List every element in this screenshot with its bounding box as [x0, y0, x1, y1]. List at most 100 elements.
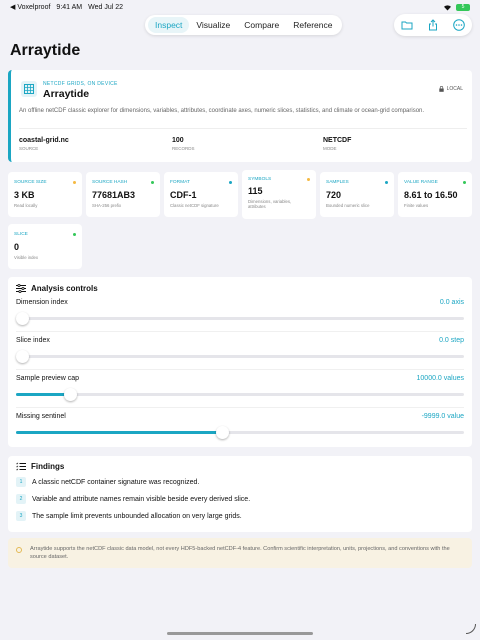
- finding-item: 3 The sample limit prevents unbounded al…: [16, 511, 242, 521]
- stat-value-range: VALUE RANGE 8.61 to 16.50 Finite values: [398, 172, 472, 217]
- notice-text: Arraytide supports the netCDF classic da…: [30, 546, 450, 560]
- stat-source-size: SOURCE SIZE 3 KB Read locally: [8, 172, 82, 217]
- stat-caption: Classic netCDF signature: [170, 203, 219, 208]
- stat-label: SAMPLES: [326, 180, 349, 185]
- divider: [16, 331, 464, 332]
- stat-value: 3 KB: [14, 190, 35, 200]
- hero-title: Arraytide: [43, 88, 90, 100]
- clock: 9:41 AM: [56, 3, 83, 11]
- home-indicator[interactable]: [167, 632, 313, 635]
- stat-symbols: SYMBOLS 115 Dimensions, variables, attri…: [242, 170, 316, 219]
- list-icon: [16, 462, 26, 471]
- findings-title: Findings: [31, 462, 65, 471]
- open-folder-button[interactable]: [400, 18, 414, 32]
- meta-label: SOURCE: [19, 146, 39, 151]
- divider: [16, 369, 464, 370]
- findings-header: Findings: [16, 462, 64, 471]
- compatibility-notice: Arraytide supports the netCDF classic da…: [8, 538, 472, 568]
- finding-number: 3: [16, 511, 26, 521]
- stat-caption: Dimensions, variables, attributes: [248, 199, 292, 209]
- stat-format: FORMAT CDF-1 Classic netCDF signature: [164, 172, 238, 217]
- share-button[interactable]: [426, 18, 440, 32]
- page-title: Arraytide: [10, 42, 81, 59]
- tab-inspect[interactable]: Inspect: [148, 17, 190, 33]
- finding-text: A classic netCDF container signature was…: [32, 478, 200, 486]
- sample-preview-cap-slider[interactable]: [16, 388, 464, 401]
- local-badge-label: LOCAL: [446, 86, 463, 92]
- slider-fill: [16, 431, 223, 434]
- controls-header: Analysis controls: [16, 284, 98, 293]
- stat-source-hash: SOURCE HASH 77681AB3 SHA-256 prefix: [86, 172, 160, 217]
- control-value: 10000.0 values: [416, 375, 464, 382]
- slice-index-slider[interactable]: [16, 350, 464, 363]
- stat-label: SOURCE HASH: [92, 180, 128, 185]
- missing-sentinel-slider[interactable]: [16, 426, 464, 439]
- sliders-icon: [16, 284, 26, 293]
- slider-thumb[interactable]: [63, 388, 77, 401]
- stat-value: CDF-1: [170, 190, 197, 200]
- meta-value: 100: [172, 137, 184, 144]
- folder-icon: [401, 21, 413, 30]
- control-value: 0.0 step: [439, 337, 464, 344]
- battery-icon: 5: [456, 3, 470, 11]
- divider: [16, 407, 464, 408]
- tab-reference[interactable]: Reference: [286, 17, 339, 33]
- control-value: -9999.0 value: [421, 413, 464, 420]
- control-label: Slice index: [16, 337, 50, 344]
- status-dot: [463, 181, 466, 184]
- stat-value: 8.61 to 16.50: [404, 190, 458, 200]
- wifi-icon: [444, 4, 451, 10]
- divider: [19, 128, 467, 129]
- back-to-app-link[interactable]: ◀ Voxelproof: [10, 3, 50, 11]
- hero-eyebrow: NETCDF GRIDS, ON DEVICE: [43, 81, 118, 87]
- stat-caption: Bounded numeric slice: [326, 203, 370, 208]
- dimension-index-slider[interactable]: [16, 312, 464, 325]
- local-badge: LOCAL: [438, 86, 463, 92]
- overview-card: NETCDF GRIDS, ON DEVICE Arraytide LOCAL …: [8, 70, 472, 162]
- stat-caption: Read locally: [14, 203, 38, 208]
- stat-label: SLICE: [14, 232, 28, 237]
- more-button[interactable]: [452, 18, 466, 32]
- status-dot: [307, 178, 310, 181]
- finding-text: Variable and attribute names remain visi…: [32, 495, 251, 503]
- tab-bar: Inspect Visualize Compare Reference: [145, 15, 343, 35]
- stat-label: VALUE RANGE: [404, 180, 438, 185]
- stat-value: 115: [248, 186, 263, 196]
- stat-label: FORMAT: [170, 180, 190, 185]
- stat-caption: SHA-256 prefix: [92, 203, 122, 208]
- slider-thumb[interactable]: [16, 350, 29, 363]
- resize-corner-icon: [466, 624, 476, 634]
- meta-value: NETCDF: [323, 137, 352, 144]
- slider-thumb[interactable]: [216, 426, 230, 439]
- stat-value: 0: [14, 242, 20, 252]
- status-dot: [73, 233, 76, 236]
- hero-description: An offline netCDF classic explorer for d…: [19, 108, 425, 114]
- meta-label: MODE: [323, 146, 337, 151]
- stat-caption: Visible index: [14, 255, 39, 260]
- findings-card: Findings 1 A classic netCDF container si…: [8, 456, 472, 532]
- finding-number: 2: [16, 494, 26, 504]
- lock-icon: [438, 86, 444, 92]
- share-icon: [429, 19, 437, 31]
- stat-samples: SAMPLES 720 Bounded numeric slice: [320, 172, 394, 217]
- finding-item: 1 A classic netCDF container signature w…: [16, 477, 199, 487]
- meta-records: 100 RECORDS: [172, 137, 195, 151]
- info-icon: [16, 547, 22, 553]
- grid-icon: [21, 81, 37, 97]
- control-label: Missing sentinel: [16, 413, 66, 420]
- control-label: Dimension index: [16, 299, 68, 306]
- meta-value: coastal-grid.nc: [19, 137, 69, 144]
- finding-item: 2 Variable and attribute names remain vi…: [16, 494, 250, 504]
- meta-label: RECORDS: [172, 146, 195, 151]
- stat-value: 77681AB3: [92, 190, 136, 200]
- tab-visualize[interactable]: Visualize: [189, 17, 237, 33]
- analysis-controls-card: Analysis controls Dimension index 0.0 ax…: [8, 277, 472, 447]
- finding-number: 1: [16, 477, 26, 487]
- slider-fill: [16, 393, 70, 396]
- finding-text: The sample limit prevents unbounded allo…: [32, 512, 242, 520]
- control-label: Sample preview cap: [16, 375, 80, 382]
- tab-compare[interactable]: Compare: [237, 17, 286, 33]
- stat-label: SYMBOLS: [248, 177, 272, 182]
- control-value: 0.0 axis: [439, 299, 464, 306]
- slider-thumb[interactable]: [16, 312, 29, 325]
